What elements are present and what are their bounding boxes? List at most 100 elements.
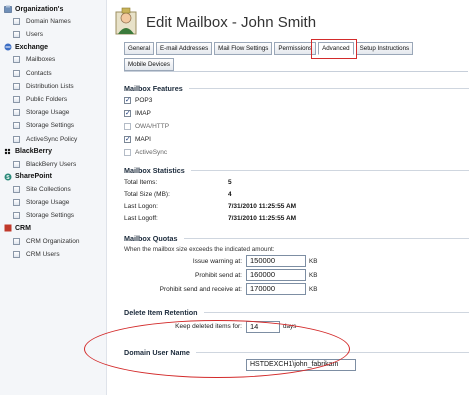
feature-label: OWA/HTTP xyxy=(135,123,170,130)
feature-label: MAPI xyxy=(135,136,151,143)
sidebar-item-mailboxes[interactable]: Mailboxes xyxy=(0,53,106,66)
sidebar-item-label: Storage Settings xyxy=(26,122,75,130)
issue-warning-at-input[interactable]: 150000 xyxy=(246,255,306,267)
quota-row-prohibit-send-and-receive-at: Prohibit send and receive at: 170000 KB xyxy=(124,282,469,296)
sidebar-group-label: Organization's xyxy=(15,5,64,13)
sidebar-item-label: Mailboxes xyxy=(26,56,56,64)
mapi-checkbox[interactable] xyxy=(124,135,131,143)
stat-label: Last Logon: xyxy=(124,202,158,210)
sidebar-item-public-folders[interactable]: Public Folders xyxy=(0,93,106,106)
mailbox-features-title: Mailbox Features xyxy=(124,83,183,93)
feature-row-mapi: MAPI xyxy=(124,133,469,146)
blackberry-icon xyxy=(4,148,11,154)
page-icon xyxy=(13,185,20,193)
stat-value: 5 xyxy=(228,178,232,186)
tab-general[interactable]: General xyxy=(124,42,155,55)
sidebar-item-label: Contacts xyxy=(26,69,52,77)
page-icon xyxy=(13,82,20,90)
page-icon xyxy=(13,31,20,39)
mailbox-features-list: POP3 IMAP OWA/HTTP MAPI ActiveSync xyxy=(124,94,469,159)
stat-label: Total Items: xyxy=(124,178,158,186)
sidebar-item-storage-usage[interactable]: Storage Usage xyxy=(0,196,106,209)
quota-label: Prohibit send and receive at: xyxy=(159,285,242,293)
feature-row-activesync: ActiveSync xyxy=(124,146,469,159)
prohibit-send-at-input[interactable]: 160000 xyxy=(246,269,306,281)
page-icon xyxy=(13,199,20,207)
quota-row-prohibit-send-at: Prohibit send at: 160000 KB xyxy=(124,268,469,282)
quota-label: Prohibit send at: xyxy=(195,271,242,279)
sidebar-item-label: Storage Settings xyxy=(26,212,75,220)
pop3-checkbox[interactable] xyxy=(124,96,131,104)
mailbox-quotas-list: Issue warning at: 150000 KB Prohibit send a… xyxy=(124,254,469,296)
sidebar-item-label: Users xyxy=(26,31,43,39)
mailbox-statistics-list: Total Items: 5 Total Size (MB): 4 Last Logon… xyxy=(124,176,469,224)
stat-label: Total Size (MB): xyxy=(124,190,170,198)
imap-checkbox[interactable] xyxy=(124,109,131,117)
sidebar-item-storage-settings[interactable]: Storage Settings xyxy=(0,209,106,222)
sidebar-item-storage-settings[interactable]: Storage Settings xyxy=(0,119,106,132)
tab-permissions[interactable]: Permissions xyxy=(274,42,317,55)
page-title: Edit Mailbox - John Smith xyxy=(146,13,317,31)
page-icon xyxy=(13,135,20,143)
sidebar-item-blackberry-users[interactable]: BlackBerry Users xyxy=(0,158,106,171)
sidebar-group-label: SharePoint xyxy=(15,173,52,181)
tab-e-mail-addresses[interactable]: E-mail Addresses xyxy=(156,42,213,55)
stat-label: Last Logoff: xyxy=(124,214,158,222)
page-icon xyxy=(13,237,20,245)
quota-row-issue-warning-at: Issue warning at: 150000 KB xyxy=(124,254,469,268)
page-icon xyxy=(13,122,20,130)
page-icon xyxy=(13,96,20,104)
page-icon xyxy=(13,160,20,168)
exchange-icon xyxy=(4,43,12,51)
sidebar-group-crm: CRM xyxy=(0,222,106,234)
stat-value: 4 xyxy=(228,190,232,198)
feature-label: ActiveSync xyxy=(135,149,168,156)
page-icon xyxy=(13,69,20,77)
mailbox-statistics-title: Mailbox Statistics xyxy=(124,165,185,175)
sidebar-item-label: Public Folders xyxy=(26,96,68,104)
sidebar: Organization's Domain Names Users Exchange M… xyxy=(0,0,107,395)
sidebar-item-label: Storage Usage xyxy=(26,199,70,207)
organization-icon xyxy=(4,5,12,13)
advanced-tab-highlight xyxy=(311,39,357,59)
feature-row-pop3: POP3 xyxy=(124,94,469,107)
mailbox-statistics-heading: Mailbox Statistics xyxy=(124,164,469,176)
quota-unit: KB xyxy=(309,271,318,279)
sidebar-item-activesync-policy[interactable]: ActiveSync Policy xyxy=(0,133,106,146)
tab-mobile-devices[interactable]: Mobile Devices xyxy=(124,58,174,71)
sidebar-item-crm-organization[interactable]: CRM Organization xyxy=(0,234,106,247)
delete-item-retention-title: Delete Item Retention xyxy=(124,307,198,317)
user-avatar-icon xyxy=(115,7,137,35)
prohibit-send-and-receive-at-input[interactable]: 170000 xyxy=(246,283,306,295)
mailbox-quotas-title: Mailbox Quotas xyxy=(124,233,178,243)
sidebar-item-label: ActiveSync Policy xyxy=(26,135,78,143)
feature-row-owa-http: OWA/HTTP xyxy=(124,120,469,133)
stat-row-last-logon: Last Logon: 7/31/2010 11:25:55 AM xyxy=(124,200,469,212)
sidebar-item-crm-users[interactable]: CRM Users xyxy=(0,248,106,261)
page-icon xyxy=(13,250,20,258)
sidebar-item-distribution-lists[interactable]: Distribution Lists xyxy=(0,80,106,93)
sidebar-item-label: CRM Organization xyxy=(26,237,80,245)
tab-divider xyxy=(124,71,468,72)
sidebar-item-domain-names[interactable]: Domain Names xyxy=(0,15,106,28)
page-icon xyxy=(13,56,20,64)
tab-mail-flow-settings[interactable]: Mail Flow Settings xyxy=(214,42,273,55)
sidebar-item-label: Domain Names xyxy=(26,18,71,26)
mailbox-quotas-heading: Mailbox Quotas xyxy=(124,232,469,244)
page-icon xyxy=(13,18,20,26)
sidebar-item-storage-usage[interactable]: Storage Usage xyxy=(0,106,106,119)
activesync-checkbox xyxy=(124,149,131,156)
sidebar-item-users[interactable]: Users xyxy=(0,28,106,41)
stat-row-total-size-mb: Total Size (MB): 4 xyxy=(124,188,469,200)
tab-setup-instructions[interactable]: Setup Instructions xyxy=(355,42,414,55)
stat-row-last-logoff: Last Logoff: 7/31/2010 11:25:55 AM xyxy=(124,212,469,224)
sidebar-item-contacts[interactable]: Contacts xyxy=(0,67,106,80)
sidebar-item-label: Site Collections xyxy=(26,185,71,193)
mailbox-features-heading: Mailbox Features xyxy=(124,82,469,94)
sidebar-item-site-collections[interactable]: Site Collections xyxy=(0,183,106,196)
page-icon xyxy=(13,212,20,220)
sidebar-group-exchange: Exchange xyxy=(0,41,106,53)
feature-label: IMAP xyxy=(135,110,151,117)
sidebar-item-label: Storage Usage xyxy=(26,109,70,117)
delete-item-retention-heading: Delete Item Retention xyxy=(124,306,469,318)
